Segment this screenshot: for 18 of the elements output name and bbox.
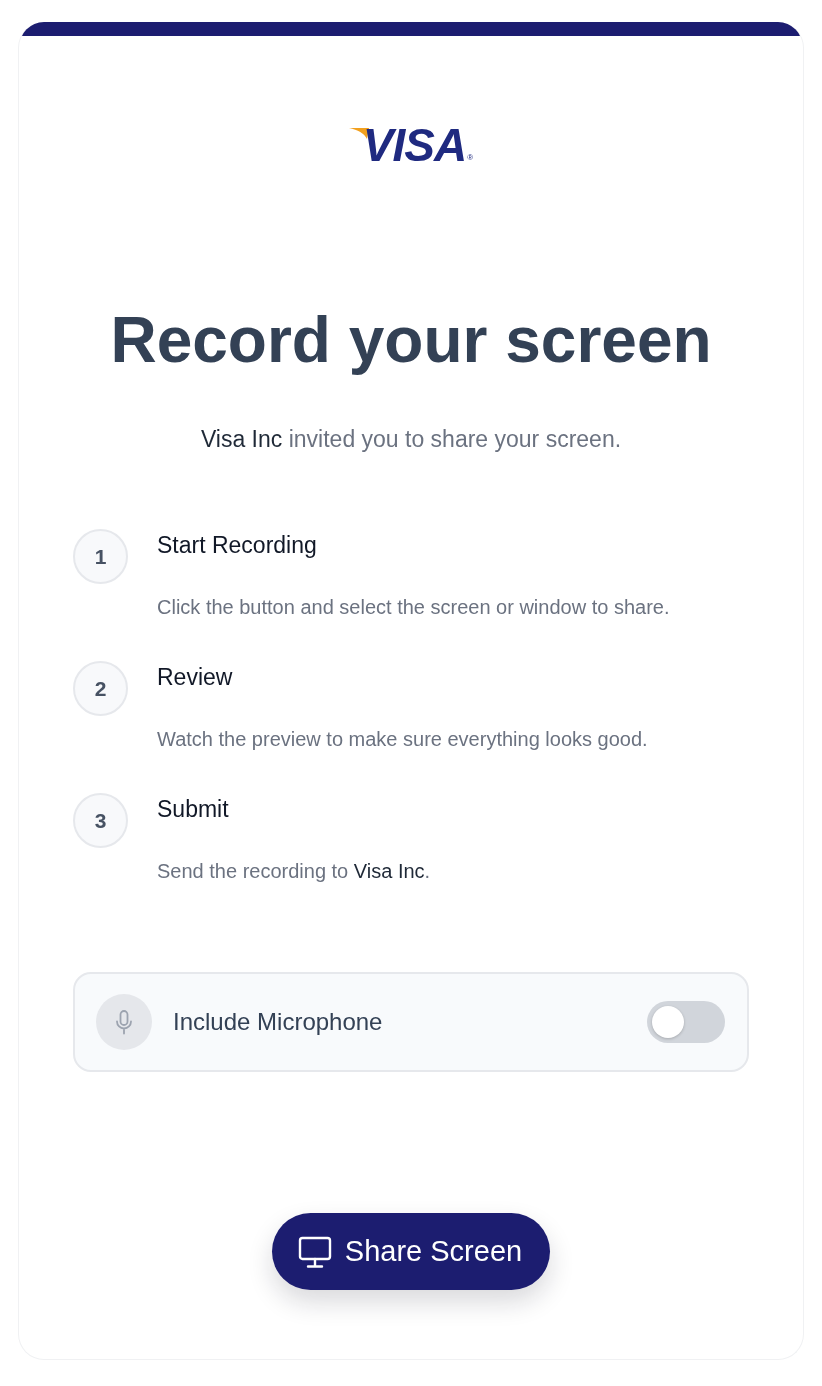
step-number: 1	[73, 529, 128, 584]
step-description: Watch the preview to make sure everything looks good.	[157, 727, 648, 752]
step-number: 3	[73, 793, 128, 848]
step-description: Click the button and select the screen or window to share.	[157, 595, 670, 620]
step-title: Review	[157, 663, 233, 692]
logo-wordmark: VISA	[362, 122, 467, 168]
monitor-icon	[297, 1234, 332, 1269]
step-description: Send the recording to Visa Inc.	[157, 859, 431, 884]
step-number: 2	[73, 661, 128, 716]
step-title: Start Recording	[157, 531, 317, 560]
microphone-icon	[96, 994, 152, 1050]
step-title: Submit	[157, 795, 229, 824]
microphone-toggle[interactable]	[647, 1001, 725, 1043]
microphone-label: Include Microphone	[173, 1008, 384, 1036]
page-title: Record your screen	[110, 303, 712, 378]
invitation-text: Visa Inc invited you to share your screen.	[200, 425, 622, 454]
share-screen-button[interactable]: Share Screen	[271, 1213, 551, 1290]
registered-mark: ®	[467, 154, 474, 162]
